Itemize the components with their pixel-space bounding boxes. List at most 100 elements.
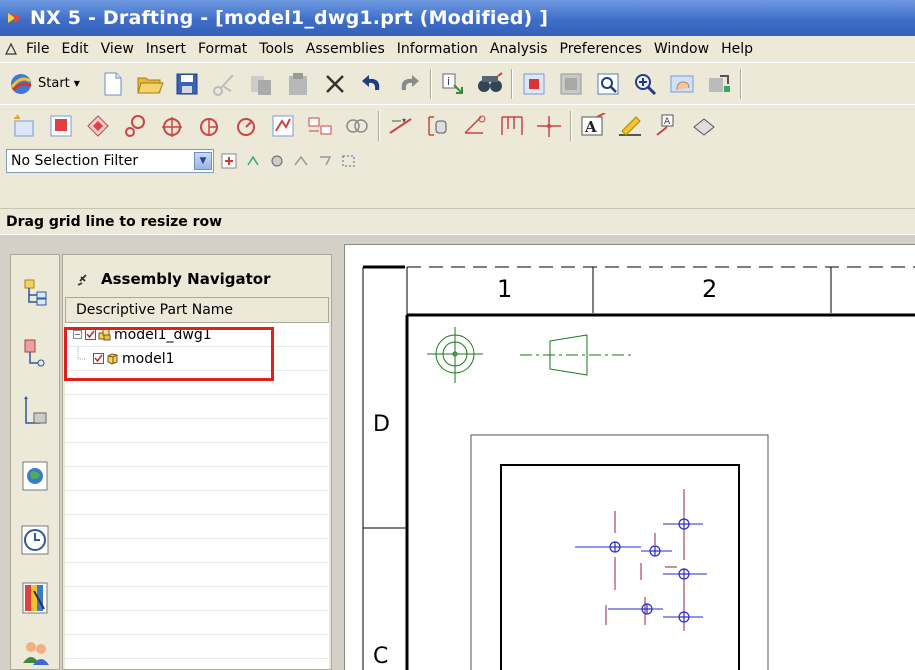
start-button[interactable]: Start ▼ [8,68,92,100]
menu-assemblies[interactable]: Assemblies [300,41,391,57]
menu-insert[interactable]: Insert [140,41,192,57]
cut-button[interactable] [208,68,240,100]
menu-preferences[interactable]: Preferences [554,41,648,57]
zoom-window-button[interactable] [592,68,624,100]
open-button[interactable] [134,68,166,100]
checkbox-checked-icon[interactable] [93,353,104,364]
feature-centerlines [605,489,685,631]
new-button[interactable] [97,68,129,100]
revolved-section-button[interactable] [230,110,262,142]
snap-point-icon[interactable] [244,152,262,170]
undo-button[interactable] [356,68,388,100]
collapse-icon[interactable]: − [73,330,82,339]
menu-format[interactable]: Format [192,41,253,57]
half-section-button[interactable] [193,110,225,142]
selection-box-icon[interactable] [340,152,358,170]
empty-tree-row [65,635,329,659]
menu-information[interactable]: Information [391,41,484,57]
selection-filter-value: No Selection Filter [11,153,139,169]
datum-button[interactable] [459,110,491,142]
feature-control-button[interactable] [422,110,454,142]
label-button[interactable]: A [651,110,683,142]
graphics-window[interactable]: 1 2 D C [344,244,915,670]
roles-tab[interactable] [13,627,57,670]
crosshair-button[interactable] [533,110,565,142]
delete-button[interactable] [319,68,351,100]
menu-help[interactable]: Help [715,41,759,57]
view-alignment-button[interactable] [304,110,336,142]
edit-text-icon [619,115,641,136]
save-button[interactable] [171,68,203,100]
tree-node-label: model1 [122,350,175,367]
column-header-descriptive-part-name[interactable]: Descriptive Part Name [65,297,329,323]
constraint-navigator-tab[interactable] [13,329,57,379]
menu-tools[interactable]: Tools [253,41,300,57]
paste-icon [289,72,307,95]
new-sheet-button[interactable] [8,110,40,142]
body-filter-icon[interactable] [316,152,334,170]
svg-text:A: A [664,117,671,127]
history-tab[interactable] [13,515,57,565]
zone-label-column-1: 1 [497,275,512,303]
tapered-view-symbol [520,334,635,376]
edit-text-button[interactable] [614,110,646,142]
display-sheet-button[interactable] [341,110,373,142]
title-bar: NX 5 - Drafting - [model1_dwg1.prt (Modi… [0,0,915,36]
break-view-button[interactable] [267,110,299,142]
new-icon [104,72,122,95]
copy-button[interactable] [245,68,277,100]
menu-file[interactable]: File [20,41,55,57]
layer-button[interactable] [703,68,735,100]
menu-analysis[interactable]: Analysis [484,41,554,57]
zone-label-row-d: D [373,412,390,437]
panel-splitter[interactable] [334,244,344,670]
base-view-icon [50,115,72,136]
binoculars-button[interactable] [474,68,506,100]
assembly-navigator-header: Assembly Navigator [65,265,329,293]
zoom-in-button[interactable] [629,68,661,100]
cut-icon [213,73,234,96]
roles-icon [23,642,49,665]
drawing-border [405,313,915,670]
part-navigator-tab[interactable] [13,387,57,437]
tree-node-model1[interactable]: model1 [65,346,329,371]
centerline-button[interactable] [496,110,528,142]
paste-button[interactable] [282,68,314,100]
information-button[interactable]: i [437,68,469,100]
palettes-tab[interactable] [13,573,57,623]
assembly-navigator-icon [24,279,47,306]
part-icon [107,353,118,365]
tree-node-model1-dwg1[interactable]: − model1_dwg1 [65,323,329,347]
palette-icon [22,582,48,614]
section-view-button[interactable] [156,110,188,142]
assembly-tree: − model1_dwg1 model1 [65,323,329,669]
symbol-button[interactable] [688,110,720,142]
drawing-sheet: 1 2 D C [362,265,915,670]
component-filter-icon[interactable] [268,152,286,170]
chevron-down-icon[interactable]: ▼ [194,152,212,170]
open-icon [137,77,164,93]
toolbar-separator [570,110,572,141]
note-button[interactable]: A [577,110,609,142]
selection-filter-dropdown[interactable]: No Selection Filter ▼ [6,149,214,173]
menu-view[interactable]: View [95,41,140,57]
base-view-button[interactable] [45,110,77,142]
fit-button[interactable] [518,68,550,100]
pin-icon[interactable] [77,272,89,286]
zoom-button[interactable] [555,68,587,100]
menu-edit[interactable]: Edit [55,41,94,57]
dimension-button[interactable]: ▾ [385,110,417,142]
toolbar-area-background [0,176,915,208]
projected-view-button[interactable] [82,110,114,142]
web-browser-tab[interactable] [13,451,57,501]
feature-filter-icon[interactable] [292,152,310,170]
redo-button[interactable] [393,68,425,100]
assembly-navigator-tab[interactable] [13,269,57,319]
column-header-label: Descriptive Part Name [76,302,234,318]
type-filter-icon[interactable] [220,152,238,170]
detail-view-button[interactable] [119,110,151,142]
new-sheet-icon [14,114,34,136]
pan-button[interactable] [666,68,698,100]
checkbox-checked-icon[interactable] [85,329,96,340]
menu-window[interactable]: Window [648,41,715,57]
